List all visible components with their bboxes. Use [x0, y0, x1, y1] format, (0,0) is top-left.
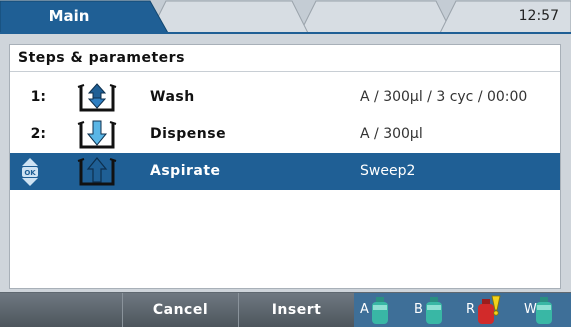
softkey-1[interactable]	[0, 293, 122, 327]
step-name: Dispense	[150, 126, 227, 142]
step-row-aspirate[interactable]: OK Aspirate Sweep2	[10, 153, 560, 190]
bottle-icon	[426, 297, 442, 324]
tab-empty-1[interactable]	[140, 0, 310, 33]
aspirate-icon	[77, 157, 117, 186]
tab-main-label: Main	[48, 7, 90, 25]
bottle-status: A B R W	[354, 293, 571, 327]
ok-label: OK	[24, 169, 36, 177]
step-row-wash[interactable]: 1: Wash A / 300µl / 3 cyc / 00:00	[10, 79, 560, 116]
bottle-r: R	[466, 293, 521, 327]
step-number: 1:	[30, 89, 46, 105]
tab-clock: 12:57	[440, 0, 571, 33]
tab-empty-2[interactable]	[290, 0, 460, 33]
bottle-b: B	[414, 293, 459, 327]
step-params: Sweep2	[360, 163, 416, 179]
panel-title: Steps & parameters	[10, 45, 560, 72]
step-name: Wash	[150, 89, 195, 105]
step-row-dispense[interactable]: 2: Dispense A / 300µl	[10, 116, 560, 153]
ok-spin-icon[interactable]: OK	[20, 157, 40, 187]
step-number: 2:	[30, 126, 46, 142]
insert-button[interactable]: Insert	[238, 293, 354, 327]
softkey-bar: Cancel Insert A B R W	[0, 292, 571, 327]
wash-icon	[77, 83, 117, 112]
bottle-icon	[372, 297, 388, 324]
bottle-label: B	[414, 302, 423, 317]
dispense-icon	[77, 120, 117, 149]
step-params: A / 300µl	[360, 126, 423, 142]
bottle-icon	[536, 297, 552, 324]
step-name: Aspirate	[150, 163, 221, 179]
bottle-a: A	[360, 293, 405, 327]
steps-panel: Steps & parameters 1: Wash A / 300µl / 3…	[9, 44, 561, 289]
cancel-button[interactable]: Cancel	[122, 293, 238, 327]
bottle-w: W	[524, 293, 569, 327]
bottle-warning-icon	[478, 295, 501, 324]
tab-bar: Main 12:57	[0, 0, 571, 34]
clock: 12:57	[518, 8, 559, 24]
step-params: A / 300µl / 3 cyc / 00:00	[360, 89, 528, 105]
instrument-screen: Main 12:57 Steps & parameters 1: Wash A …	[0, 0, 571, 327]
tab-main[interactable]: Main	[0, 0, 160, 33]
bottle-label: R	[466, 302, 476, 317]
bottle-label: A	[360, 302, 369, 317]
